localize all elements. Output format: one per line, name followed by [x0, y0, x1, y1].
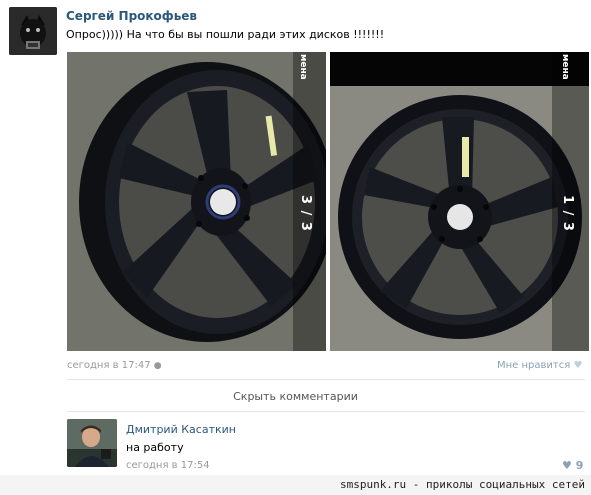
comment-timestamp[interactable]: сегодня в 17:54: [126, 460, 210, 471]
watermark: smspunk.ru - приколы социальных сетей: [339, 478, 585, 491]
divider: [67, 379, 585, 380]
post-timestamp[interactable]: сегодня в 17:47 ●: [67, 360, 162, 371]
post-text: Опрос))))) На что бы вы пошли ради этих …: [66, 28, 385, 41]
like-button[interactable]: Мне нравится ♥: [497, 360, 582, 371]
post-author-name[interactable]: Сергей Прокофьев: [66, 9, 197, 23]
heart-icon: ♥: [562, 459, 572, 472]
post-photo-2[interactable]: мена 1 / 3: [330, 52, 589, 351]
photo-counter: 3 / 3: [298, 195, 313, 232]
photo-counter: 1 / 3: [560, 195, 575, 232]
author-avatar[interactable]: [9, 7, 57, 55]
comment-text: на работу: [126, 441, 184, 454]
comment-author-avatar[interactable]: [67, 419, 117, 467]
divider: [67, 411, 585, 412]
comment-author-name[interactable]: Дмитрий Касаткин: [126, 423, 236, 436]
post-time[interactable]: сегодня в 17:47: [67, 360, 151, 371]
comment-like-count: 9: [575, 459, 584, 472]
post-photo-1[interactable]: мена 3 / 3: [67, 52, 326, 351]
heart-icon: ♥: [573, 360, 583, 371]
hide-comments-link[interactable]: Скрыть комментарии: [0, 390, 591, 403]
like-label: Мне нравится: [497, 360, 571, 371]
comment-like-button[interactable]: ♥ 9: [562, 459, 583, 472]
photo-side-label: мена: [560, 54, 570, 80]
apple-icon: ●: [153, 361, 162, 371]
photo-side-label: мена: [298, 54, 308, 80]
